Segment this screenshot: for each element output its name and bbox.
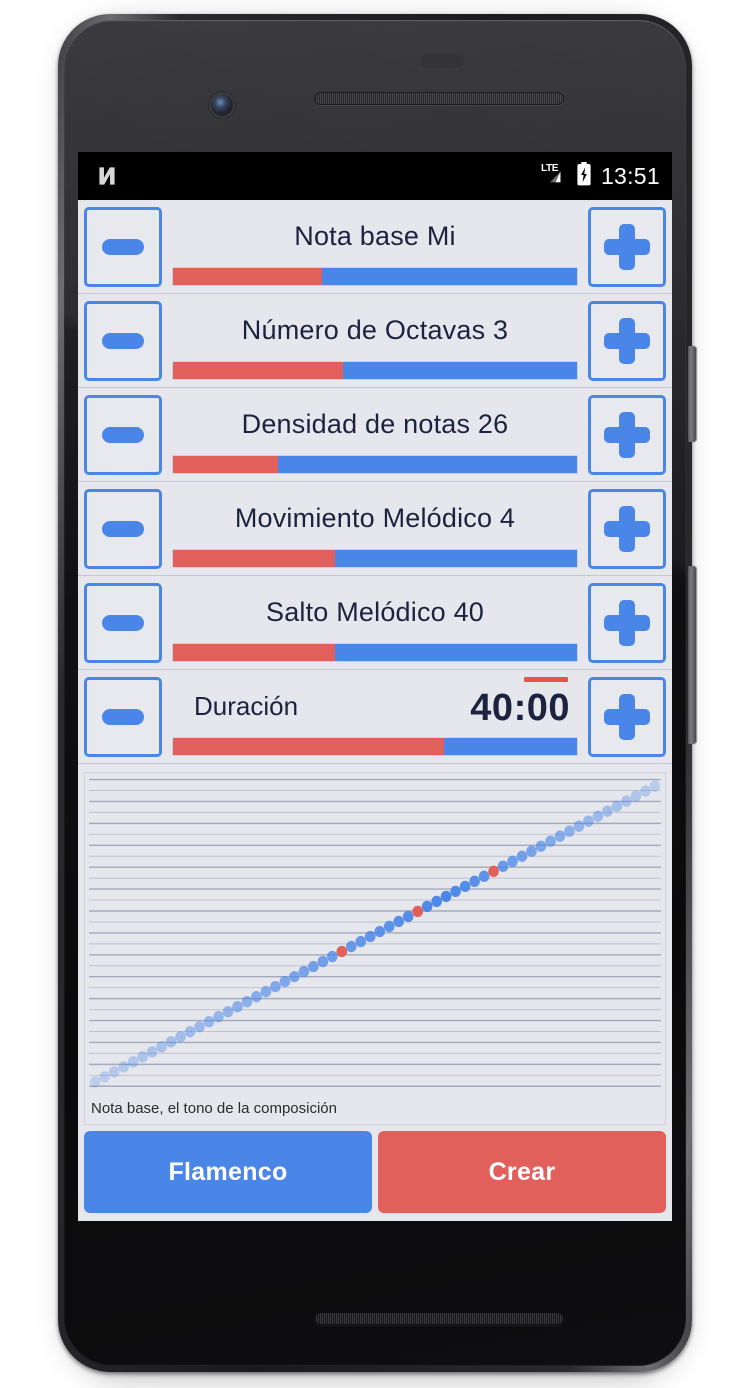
slider-fill-red xyxy=(173,549,335,567)
slider-fill-blue xyxy=(334,549,577,567)
slider-fill-red xyxy=(173,455,279,473)
duration-value: 40:00 xyxy=(470,686,570,729)
status-bar-clock: 13:51 xyxy=(600,162,660,189)
parameter-row-duracion: Duración 40:00 xyxy=(78,670,672,764)
parameter-row-movimiento-melodico: Movimiento Melódico 4 xyxy=(78,482,672,576)
decrement-button-movimiento-melodico[interactable] xyxy=(84,488,162,569)
slider-salto-melodico[interactable] xyxy=(172,642,578,662)
proximity-sensor-icon xyxy=(420,54,464,68)
parameter-label-salto-melodico: Salto Melódico 40 xyxy=(265,597,485,627)
slider-nota-base[interactable] xyxy=(172,266,578,286)
slider-fill-red xyxy=(173,361,343,379)
decrement-button-numero-de-octavas[interactable] xyxy=(84,300,162,381)
duration-edit-marker xyxy=(524,676,568,682)
row-center-densidad-de-notas: Densidad de notas 26 xyxy=(162,395,588,475)
chart-svg xyxy=(89,778,661,1088)
slider-fill-red xyxy=(173,737,444,755)
parameter-row-densidad-de-notas: Densidad de notas 26 xyxy=(78,388,672,482)
decrement-button-salto-melodico[interactable] xyxy=(84,582,162,663)
app-root: Nota base Mi Número de Octavas 3 Densida… xyxy=(78,200,672,1221)
plus-icon xyxy=(604,693,650,740)
slider-duracion[interactable] xyxy=(172,736,578,756)
parameter-rows: Nota base Mi Número de Octavas 3 Densida… xyxy=(78,200,672,764)
row-center-salto-melodico: Salto Melódico 40 xyxy=(162,583,588,663)
bottom-speaker-icon xyxy=(314,1312,564,1325)
status-bar: LTE 13:51 xyxy=(78,152,672,200)
slider-fill-blue xyxy=(334,643,577,661)
duration-label-line: Duración 40:00 xyxy=(172,676,578,737)
row-center-numero-de-octavas: Número de Octavas 3 xyxy=(162,301,588,381)
row-center-duracion: Duración 40:00 xyxy=(162,676,588,757)
increment-button-densidad-de-notas[interactable] xyxy=(588,394,666,475)
style-button-flamenco[interactable]: Flamenco xyxy=(84,1131,372,1213)
increment-button-numero-de-octavas[interactable] xyxy=(588,300,666,381)
parameter-label-duracion: Duración xyxy=(194,691,299,721)
slider-movimiento-melodico[interactable] xyxy=(172,548,578,568)
slider-fill-blue xyxy=(342,361,577,379)
parameter-label-nota-base: Nota base Mi xyxy=(294,221,456,251)
create-button[interactable]: Crear xyxy=(378,1131,666,1213)
row-label-line: Movimiento Melódico 4 xyxy=(172,489,578,549)
minus-icon xyxy=(102,614,144,631)
increment-button-duracion[interactable] xyxy=(588,676,666,757)
parameter-row-numero-de-octavas: Número de Octavas 3 xyxy=(78,294,672,388)
minus-icon xyxy=(102,238,144,255)
phone-screen: LTE 13:51 Nota base Mi Número de Octavas… xyxy=(78,152,672,1221)
front-camera-icon xyxy=(211,94,233,116)
parameter-row-salto-melodico: Salto Melódico 40 xyxy=(78,576,672,670)
plus-icon xyxy=(604,223,650,270)
android-n-icon xyxy=(94,163,120,189)
note-scale-chart[interactable]: Nota base, el tono de la composición xyxy=(84,772,666,1125)
chart-plot-area xyxy=(85,773,665,1095)
parameter-row-nota-base: Nota base Mi xyxy=(78,200,672,294)
row-label-line: Nota base Mi xyxy=(172,207,578,267)
increment-button-nota-base[interactable] xyxy=(588,206,666,287)
minus-icon xyxy=(102,426,144,443)
parameter-label-densidad-de-notas: Densidad de notas 26 xyxy=(241,409,509,439)
plus-icon xyxy=(604,505,650,552)
plus-icon xyxy=(604,411,650,458)
row-label-line: Número de Octavas 3 xyxy=(172,301,578,361)
chart-caption: Nota base, el tono de la composición xyxy=(91,1100,337,1117)
slider-fill-blue xyxy=(322,267,577,285)
row-center-nota-base: Nota base Mi xyxy=(162,207,588,287)
power-button[interactable] xyxy=(688,346,696,442)
parameter-label-movimiento-melodico: Movimiento Melódico 4 xyxy=(234,503,516,533)
minus-icon xyxy=(102,520,144,537)
row-label-line: Salto Melódico 40 xyxy=(172,583,578,643)
decrement-button-densidad-de-notas[interactable] xyxy=(84,394,162,475)
row-center-movimiento-melodico: Movimiento Melódico 4 xyxy=(162,489,588,569)
slider-numero-de-octavas[interactable] xyxy=(172,360,578,380)
increment-button-movimiento-melodico[interactable] xyxy=(588,488,666,569)
slider-fill-blue xyxy=(278,455,577,473)
decrement-button-duracion[interactable] xyxy=(84,676,162,757)
slider-fill-blue xyxy=(443,737,577,755)
increment-button-salto-melodico[interactable] xyxy=(588,582,666,663)
row-label-line: Densidad de notas 26 xyxy=(172,395,578,455)
minus-icon xyxy=(102,332,144,349)
signal-bars-icon: LTE xyxy=(541,164,567,187)
slider-fill-red xyxy=(173,643,335,661)
minus-icon xyxy=(102,708,144,725)
slider-fill-red xyxy=(173,267,323,285)
slider-densidad-de-notas[interactable] xyxy=(172,454,578,474)
parameter-label-numero-de-octavas: Número de Octavas 3 xyxy=(241,315,509,345)
footer-action-bar: Flamenco Crear xyxy=(78,1125,672,1221)
decrement-button-nota-base[interactable] xyxy=(84,206,162,287)
screenshot-stage: LTE 13:51 Nota base Mi Número de Octavas… xyxy=(0,0,750,1388)
status-bar-right-group: LTE 13:51 xyxy=(541,161,660,191)
plus-icon xyxy=(604,599,650,646)
battery-charging-icon xyxy=(576,161,592,191)
volume-button[interactable] xyxy=(688,566,696,744)
earpiece-speaker-icon xyxy=(314,92,564,105)
duration-value-wrap[interactable]: 40:00 xyxy=(470,676,570,729)
plus-icon xyxy=(604,317,650,364)
